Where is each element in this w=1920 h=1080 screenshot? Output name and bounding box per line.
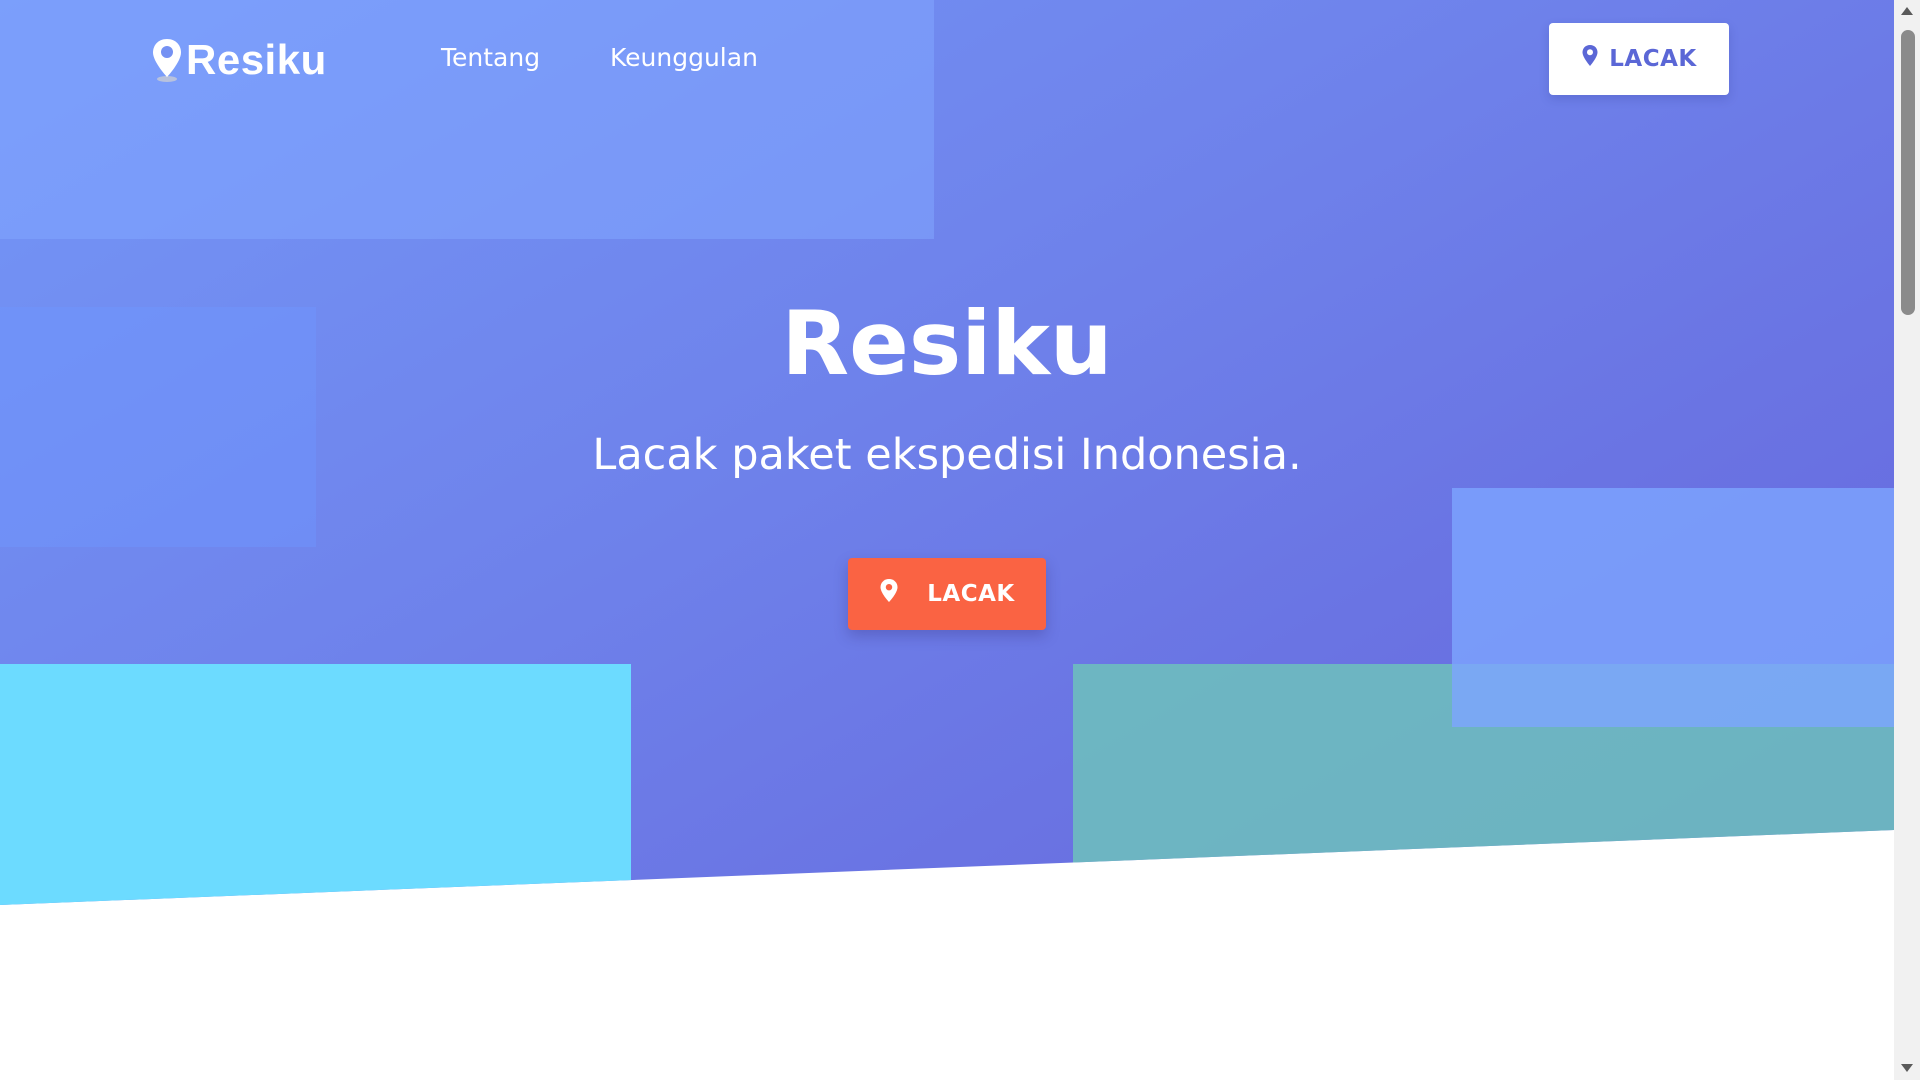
hero-track-button[interactable]: LACAK	[848, 558, 1046, 630]
vertical-scrollbar[interactable]	[1894, 0, 1920, 1080]
nav-link-tentang[interactable]: Tentang	[441, 43, 540, 72]
brand-logo[interactable]: Resiku	[150, 36, 327, 84]
location-pin-icon	[1582, 45, 1598, 66]
nav-link-keunggulan[interactable]: Keunggulan	[610, 43, 758, 72]
hero-section: Resiku Tentang Keunggulan LACAK Resiku L…	[0, 0, 1894, 905]
brand-name: Resiku	[186, 36, 327, 83]
scrollbar-thumb[interactable]	[1901, 30, 1915, 315]
scroll-up-arrow-icon[interactable]	[1900, 4, 1914, 18]
decorative-block-cyan	[0, 664, 631, 905]
nav-track-button-label: LACAK	[1609, 46, 1697, 72]
location-pin-icon	[153, 39, 181, 82]
hero-title: Resiku	[781, 292, 1113, 395]
page-viewport: Resiku Tentang Keunggulan LACAK Resiku L…	[0, 0, 1894, 1080]
location-pin-icon	[880, 579, 898, 602]
decorative-block-right	[1452, 488, 1894, 727]
scroll-down-arrow-icon[interactable]	[1900, 1061, 1914, 1075]
hero-subtitle: Lacak paket ekspedisi Indonesia.	[592, 430, 1302, 480]
hero-track-button-label: LACAK	[927, 581, 1015, 607]
top-navbar: Resiku Tentang Keunggulan LACAK	[0, 0, 1894, 118]
nav-track-button[interactable]: LACAK	[1549, 23, 1729, 95]
